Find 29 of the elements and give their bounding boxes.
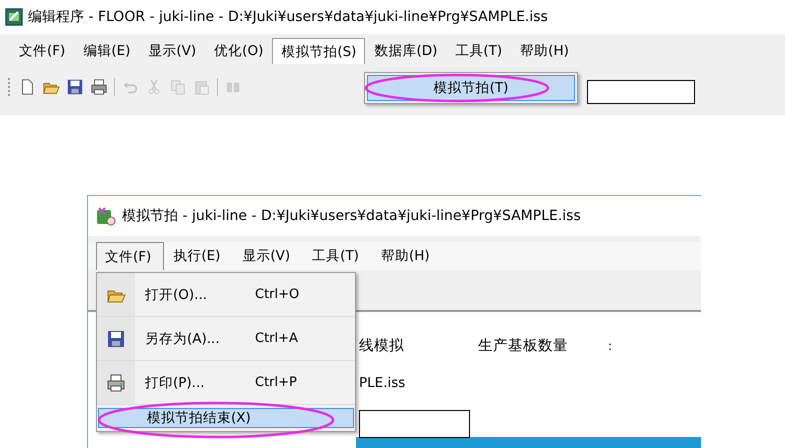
menu-option[interactable]: 模拟节拍结束(X) — [98, 408, 354, 428]
print-icon[interactable] — [90, 78, 108, 96]
menu-item[interactable]: 帮助(H) — [511, 38, 578, 64]
menu-item[interactable]: 文件(F) — [96, 242, 164, 270]
app-icon — [96, 206, 116, 226]
menu-item[interactable]: 优化(O) — [205, 38, 272, 64]
menu-item[interactable]: 执行(E) — [164, 242, 234, 270]
menu-item[interactable]: 工具(T) — [446, 38, 512, 64]
menu-item[interactable]: 模拟节拍(S) — [272, 38, 366, 64]
menu-option[interactable]: 另存为(A)... Ctrl+A — [135, 317, 355, 360]
menu-item[interactable]: 显示(V) — [139, 38, 206, 64]
printer-icon — [106, 372, 126, 392]
menu-item[interactable]: 帮助(H) — [372, 242, 443, 270]
file-name: PLE.iss — [359, 375, 406, 391]
line-label: 线模拟 — [359, 337, 404, 355]
menu-option[interactable]: 打开(O)... Ctrl+O — [135, 273, 355, 316]
menu-item[interactable]: 显示(V) — [233, 242, 304, 270]
menu-option[interactable]: 打印(P)... Ctrl+P — [135, 361, 355, 404]
menu-item[interactable]: 数据库(D) — [365, 38, 446, 64]
menu-item[interactable]: 文件(F) — [10, 38, 74, 64]
save-icon — [106, 328, 126, 348]
colon-label: : — [608, 338, 612, 352]
count-label: 生产基板数量 — [478, 337, 568, 355]
window-title: 编辑程序 - FLOOR - juki-line - D:¥Juki¥users¥data¥juki-line¥Prg¥SAMPLE.iss — [28, 8, 548, 26]
editor-app-icon — [5, 8, 23, 26]
window-title: 模拟节拍 - juki-line - D:¥Juki¥users¥data¥juki-line¥Prg¥SAMPLE.iss — [122, 207, 581, 225]
menu-item[interactable]: 编辑(E) — [74, 38, 140, 64]
save-icon[interactable] — [66, 78, 84, 96]
menu-item[interactable]: 工具(T) — [303, 242, 372, 270]
